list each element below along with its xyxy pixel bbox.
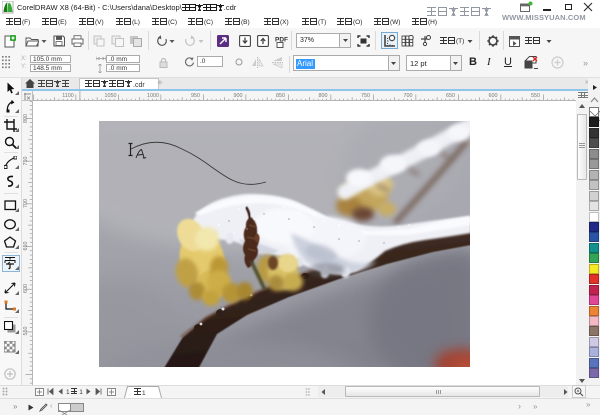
svg-text:900: 900	[234, 93, 243, 99]
svg-text:650: 650	[23, 242, 29, 251]
svg-text:550: 550	[531, 93, 540, 99]
svg-text:850: 850	[276, 93, 285, 99]
svg-text:700: 700	[404, 93, 413, 99]
svg-text:600: 600	[489, 93, 498, 99]
svg-text:650: 650	[446, 93, 455, 99]
svg-text:600: 600	[23, 284, 29, 293]
svg-text:800: 800	[319, 93, 328, 99]
svg-text:750: 750	[23, 157, 29, 166]
svg-text:550: 550	[23, 327, 29, 336]
svg-text:1050: 1050	[105, 93, 117, 99]
svg-text:950: 950	[191, 93, 200, 99]
svg-text:1100: 1100	[62, 93, 74, 99]
svg-text:800: 800	[23, 114, 29, 123]
svg-text:750: 750	[361, 93, 370, 99]
svg-text:1000: 1000	[147, 93, 159, 99]
svg-text:700: 700	[23, 199, 29, 208]
